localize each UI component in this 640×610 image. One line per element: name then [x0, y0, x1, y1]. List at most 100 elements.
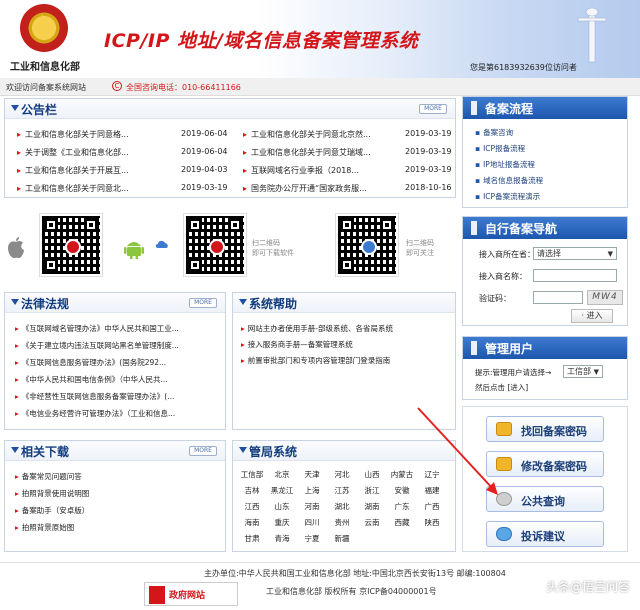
gov-site-badge[interactable]: 政府网站: [144, 582, 238, 606]
notice-item[interactable]: ▸ 工业和信息化部关于同意艾瑞域...: [243, 147, 371, 158]
notice-title: 公告栏: [21, 103, 58, 117]
query-icon: [496, 492, 512, 506]
download-item[interactable]: ▸ 拍照背景原始图: [15, 522, 74, 533]
notice-item[interactable]: ▸ 国务院办公厅开通“国家政务服...: [243, 183, 367, 194]
enter-button[interactable]: · 进入: [571, 309, 613, 323]
law-item[interactable]: ▸ 《非经营性互联网信息服务备案管理办法》(...: [15, 391, 174, 402]
province-link[interactable]: 陕西: [417, 517, 447, 528]
download-item[interactable]: ▸ 拍照背景使用说明图: [15, 488, 89, 499]
laws-title: 法律法规: [21, 297, 70, 311]
isp-location-select[interactable]: 请选择 ▼: [533, 247, 617, 260]
section-arrow-icon: [11, 299, 19, 305]
province-link[interactable]: 黑龙江: [267, 485, 297, 496]
admin-tail: 然后点击 [进入]: [475, 383, 529, 392]
notice-date: 2019-06-04: [181, 147, 228, 156]
flow-header: 备案流程: [463, 97, 627, 119]
notice-item[interactable]: ▸ 互联网域名行业季报（2018...: [243, 165, 359, 176]
visitor-counter: 您是第6183932639位访问者: [470, 63, 577, 72]
laws-panel: 法律法规 MORE ▸ 《互联网域名管理办法》中华人民共和国工业... ▸ 《关于建…: [4, 292, 226, 430]
flow-link[interactable]: ▪ ICP报备流程: [475, 143, 525, 154]
province-link[interactable]: 新疆: [327, 533, 357, 544]
admin-prompt: 提示:管理用户请选择→: [475, 368, 552, 377]
law-item[interactable]: ▸ 《互联网信息服务管理办法》(国务院292...: [15, 357, 166, 368]
province-link[interactable]: 江苏: [327, 485, 357, 496]
apple-icon[interactable]: [6, 236, 26, 260]
province-link[interactable]: 江西: [237, 501, 267, 512]
province-link[interactable]: 天津: [297, 469, 327, 480]
province-link[interactable]: 内蒙古: [387, 469, 417, 480]
laws-more-button[interactable]: MORE: [189, 298, 217, 308]
province-link[interactable]: 安徽: [387, 485, 417, 496]
law-item[interactable]: ▸ 《互联网域名管理办法》中华人民共和国工业...: [15, 323, 179, 334]
law-item[interactable]: ▸ 《电信业务经营许可管理办法》（工业和信息...: [15, 408, 175, 419]
province-link[interactable]: 辽宁: [417, 469, 447, 480]
province-link[interactable]: 上海: [297, 485, 327, 496]
welcome-text: 欢迎访问备案系统网站: [6, 83, 86, 92]
flow-link[interactable]: ▪ 备案咨询: [475, 127, 513, 138]
national-emblem-icon: ★: [20, 4, 68, 52]
province-link[interactable]: 宁夏: [297, 533, 327, 544]
chevron-down-icon: ▼: [593, 368, 599, 376]
province-link[interactable]: 山西: [357, 469, 387, 480]
bureau-panel: 管局系统 工信部 北京 天津 河北 山西 内蒙古 辽宁 吉林 黑龙江 上海 江苏 浙江 安徽 福建 江西 山东…: [232, 440, 456, 552]
help-header: 系统帮助: [233, 293, 455, 313]
province-link[interactable]: 北京: [267, 469, 297, 480]
captcha-label: 验证码：: [479, 294, 511, 303]
flow-link[interactable]: ▪ ICP备案流程演示: [475, 191, 540, 202]
province-link[interactable]: 重庆: [267, 517, 297, 528]
recover-password-button[interactable]: 找回备案密码: [486, 416, 604, 442]
province-link[interactable]: 工信部: [237, 469, 267, 480]
flow-link[interactable]: ▪ IP地址报备流程: [475, 159, 535, 170]
downloads-more-button[interactable]: MORE: [189, 446, 217, 456]
province-link[interactable]: 浙江: [357, 485, 387, 496]
info-bar: [0, 78, 640, 96]
notice-item[interactable]: ▸ 工业和信息化部关于开展互...: [17, 165, 129, 176]
province-link[interactable]: 广东: [387, 501, 417, 512]
province-link[interactable]: 山东: [267, 501, 297, 512]
notice-item[interactable]: ▸ 工业和信息化部关于同意北京然...: [243, 129, 371, 140]
flow-link[interactable]: ▪ 域名信息报备流程: [475, 175, 543, 186]
admin-panel: 管理用户 提示:管理用户请选择→ 工信部 ▼ 然后点击 [进入]: [462, 336, 628, 400]
help-item[interactable]: ▸ 接入服务商手册—备案管理系统: [241, 339, 353, 350]
huabiao-pillar-icon: [577, 7, 607, 63]
notice-item[interactable]: ▸ 关于调整《工业和信息化部...: [17, 147, 129, 158]
download-item[interactable]: ▸ 备案常见问题问答: [15, 471, 82, 482]
province-link[interactable]: 湖南: [357, 501, 387, 512]
law-item[interactable]: ▸ 《关于建立境内违法互联网站黑名单管理制度...: [15, 340, 179, 351]
province-link[interactable]: 广西: [417, 501, 447, 512]
province-link[interactable]: 河北: [327, 469, 357, 480]
change-password-button[interactable]: 修改备案密码: [486, 451, 604, 477]
public-query-button[interactable]: 公共查询: [486, 486, 604, 512]
province-link[interactable]: 海南: [237, 517, 267, 528]
guide-title: 自行备案导航: [485, 222, 558, 236]
help-item[interactable]: ▸ 前置审批部门和专项内容管理部门登录指南: [241, 355, 390, 366]
province-link[interactable]: 四川: [297, 517, 327, 528]
android-icon[interactable]: [122, 236, 146, 260]
province-link[interactable]: 河南: [297, 501, 327, 512]
notice-item[interactable]: ▸ 工业和信息化部关于同意北...: [17, 183, 129, 194]
province-link[interactable]: 吉林: [237, 485, 267, 496]
download-item[interactable]: ▸ 备案助手（安卓版）: [15, 505, 89, 516]
phone-icon: C: [112, 81, 122, 91]
province-link[interactable]: 福建: [417, 485, 447, 496]
help-item[interactable]: ▸ 网站主办者使用手册-部级系统、各省局系统: [241, 323, 393, 334]
admin-select[interactable]: 工信部 ▼: [563, 365, 603, 378]
complaint-button[interactable]: 投诉建议: [486, 521, 604, 547]
notice-date: 2019-03-19: [405, 147, 452, 156]
captcha-field[interactable]: [533, 291, 583, 304]
notice-more-button[interactable]: MORE: [419, 104, 447, 114]
province-link[interactable]: 青海: [267, 533, 297, 544]
law-item[interactable]: ▸ 《中华人民共和国电信条例》（中华人民共...: [15, 374, 168, 385]
province-link[interactable]: 甘肃: [237, 533, 267, 544]
province-link[interactable]: 云南: [357, 517, 387, 528]
province-link[interactable]: 湖北: [327, 501, 357, 512]
feedback-icon: [496, 527, 512, 541]
province-link[interactable]: 贵州: [327, 517, 357, 528]
isp-name-field[interactable]: [533, 269, 617, 282]
notice-date: 2019-03-19: [405, 165, 452, 174]
guide-header: 自行备案导航: [463, 217, 627, 239]
province-link[interactable]: 西藏: [387, 517, 417, 528]
downloads-header: 相关下载 MORE: [5, 441, 225, 461]
captcha-image[interactable]: MW4: [587, 290, 623, 305]
notice-item[interactable]: ▸ 工业和信息化部关于同意格...: [17, 129, 129, 140]
